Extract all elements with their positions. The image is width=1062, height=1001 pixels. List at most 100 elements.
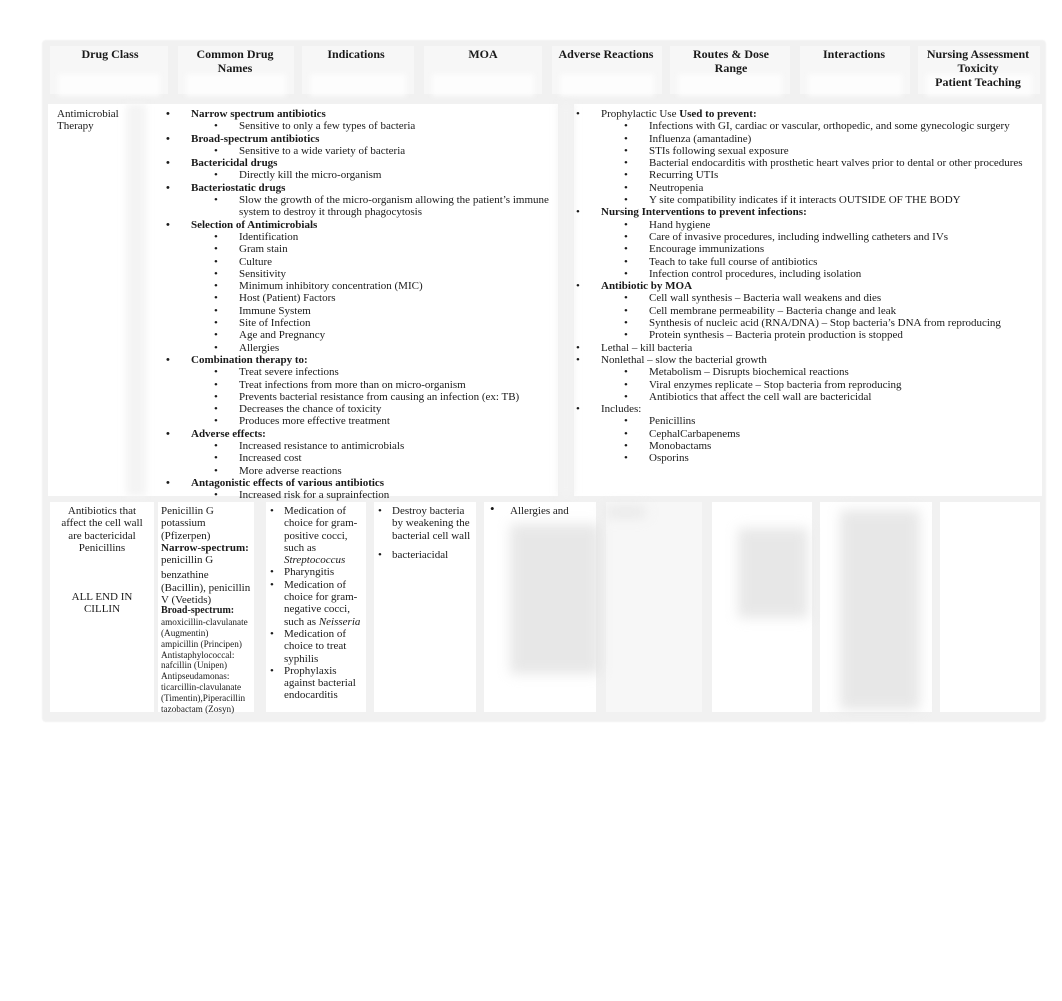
sub-list-item: Protein synthesis – Bacteria protein pro… <box>567 329 1040 342</box>
sub-list-item: Infections with GI, cardiac or vascular,… <box>567 120 1040 133</box>
header-line: Toxicity <box>957 60 999 75</box>
list-item: Broad-spectrum antibioticsSensitive to a… <box>157 133 557 158</box>
text-line: are bactericidal <box>68 529 136 542</box>
bullet: • <box>490 501 495 516</box>
drug-name-line: tazobactam (Zosyn) <box>161 703 235 714</box>
text-line: ALL END IN <box>71 591 133 604</box>
sub-list-item: Minimum inhibitory concentration (MIC) <box>157 280 557 293</box>
moa-list: Destroy bacteria by weakening the bacter… <box>378 505 478 561</box>
header-routes-dose-range: Routes & Dose Range <box>676 47 786 75</box>
indication-item: Medication of choice to treat syphilis <box>270 628 366 665</box>
sub-list-item: Bacterial endocarditis with prosthetic h… <box>567 157 1040 170</box>
sub-list-item: Sensitive to only a few types of bacteri… <box>157 120 557 133</box>
sub-list-item: Produces more effective treatment <box>157 415 557 428</box>
header-interactions: Interactions <box>823 47 885 61</box>
list-item: Nursing Interventions to prevent infecti… <box>567 206 1040 280</box>
list-item: Antagonistic effects of various antibiot… <box>157 477 557 502</box>
header-drug-class: Drug Class <box>81 47 139 61</box>
header-common-drug-names: Common Drug Names <box>180 47 290 75</box>
sub-list: Increased risk for a suprainfection <box>191 489 557 502</box>
list-item: Combination therapy to:Treat severe infe… <box>157 354 557 428</box>
sub-list: Sensitive to a wide variety of bacteria <box>191 145 557 158</box>
sub-list-item: Directly kill the micro-organism <box>157 169 557 182</box>
sub-list-item: Culture <box>157 256 557 269</box>
row1-drug-class: Antimicrobial Therapy <box>57 108 137 133</box>
text-line: potassium <box>161 517 206 530</box>
header-indications: Indications <box>327 47 385 61</box>
header-line: Nursing Assessment <box>926 47 1030 61</box>
row2-cell-bg <box>940 502 1040 712</box>
broad-spectrum-label: Broad-spectrum: <box>161 605 235 617</box>
sub-list: Slow the growth of the micro-organism al… <box>191 194 557 219</box>
text-line: affect the cell wall <box>61 517 143 530</box>
drug-name-line: nafcillin (Unipen) <box>161 660 228 671</box>
list-item: Includes:PenicillinsCephalCarbapenemsMon… <box>567 403 1040 465</box>
sub-list-item: Treat infections from more than on micro… <box>157 379 557 392</box>
list-item: Adverse effects:Increased resistance to … <box>157 428 557 477</box>
sub-list-item: Cell membrane permeability – Bacteria ch… <box>567 305 1040 318</box>
list-item-label-bold: Antibiotic by MOA <box>601 280 693 293</box>
list-item: Lethal – kill bacteria <box>567 342 1040 355</box>
adverse-reaction-item: Allergies and <box>510 505 569 517</box>
sub-list-item: Encourage immunizations <box>567 243 1040 256</box>
header-line: Names <box>217 60 253 75</box>
sub-list-item: Teach to take full course of antibiotics <box>567 256 1040 269</box>
sub-list-item: Cell wall synthesis – Bacteria wall weak… <box>567 292 1040 305</box>
moa-item: Destroy bacteria by weakening the bacter… <box>378 505 478 542</box>
header-adverse-reactions: Adverse Reactions <box>558 47 654 61</box>
sub-list-item: Host (Patient) Factors <box>157 292 557 305</box>
header-line: Patient Teaching <box>935 75 1021 89</box>
text-line: (Bacillin), penicillin <box>161 581 251 594</box>
sub-list: PenicillinsCephalCarbapenemsMonobactamsO… <box>601 415 1040 464</box>
sub-list-item: Penicillins <box>567 415 1040 428</box>
sub-list: IdentificationGram stainCultureSensitivi… <box>191 231 557 354</box>
text-line: Penicillin G <box>161 505 214 517</box>
list-item-label-bold: Used to prevent: <box>679 108 757 120</box>
indications-list: Medication of choice for gram-positive c… <box>270 505 366 702</box>
text-line: Penicillins <box>78 541 126 554</box>
broad-spectrum-list: amoxicillin-clavulanate (Augmentin) ampici… <box>161 617 257 714</box>
redacted-adverse-reactions <box>510 524 600 674</box>
organism-name: Streptococcus <box>284 554 346 567</box>
sub-list-item: Treat severe infections <box>157 366 557 379</box>
sub-list-item: Hand hygiene <box>567 219 1040 232</box>
sub-list-item: Site of Infection <box>157 317 557 330</box>
document-page: Drug Class Common Drug Names Indications… <box>0 0 1062 1001</box>
sub-list-item: Recurring UTIs <box>567 169 1040 182</box>
sub-list-item: Care of invasive procedures, including i… <box>567 231 1040 244</box>
list-item: Narrow spectrum antibioticsSensitive to … <box>157 108 557 133</box>
drug-name-line: Antipseudamonas: <box>161 671 230 682</box>
sub-list-item: Infection control procedures, including … <box>567 268 1040 281</box>
sub-list-item: Sensitive to a wide variety of bacteria <box>157 145 557 158</box>
sub-list: Cell wall synthesis – Bacteria wall weak… <box>601 292 1040 341</box>
sub-list-item: Metabolism – Disrupts biochemical reacti… <box>567 366 1040 379</box>
drug-name-line: (Augmentin) <box>161 627 209 638</box>
sub-list-item: Synthesis of nucleic acid (RNA/DNA) – St… <box>567 317 1040 330</box>
row1-right-list: Prophylactic Use Used to prevent:Infecti… <box>576 108 1040 465</box>
drug-name-line: (Timentin),Piperacillin <box>161 692 246 703</box>
sub-list-item: Identification <box>157 231 557 244</box>
sub-list: Treat severe infectionsTreat infections … <box>191 366 557 428</box>
drug-name-line: Antistaphylococcal: <box>161 649 235 660</box>
drug-name-line: ampicillin (Principen) <box>161 638 242 649</box>
indication-item: Medication of choice for gram-positive c… <box>270 505 366 566</box>
indication-item: Prophylaxis against bacterial endocardit… <box>270 665 366 702</box>
sub-list-item: Prevents bacterial resistance from causi… <box>157 391 557 404</box>
drug-name-line: amoxicillin-clavulanate <box>161 617 248 628</box>
organism-name: Neisseria <box>318 615 361 628</box>
header-line: Routes & Dose <box>693 47 769 61</box>
sub-list-item: Slow the growth of the micro-organism al… <box>157 194 557 219</box>
header-moa: MOA <box>468 47 498 61</box>
sub-list: Hand hygieneCare of invasive procedures,… <box>601 219 1040 281</box>
list-item: Bacteriostatic drugsSlow the growth of t… <box>157 182 557 219</box>
sub-list: Increased resistance to antimicrobialsIn… <box>191 440 557 477</box>
sub-list-item: STIs following sexual exposure <box>567 145 1040 158</box>
row2-moa: Destroy bacteria by weakening the bacter… <box>378 505 478 561</box>
sub-list-item: Monobactams <box>567 440 1040 453</box>
narrow-spectrum-label: Narrow-spectrum: <box>161 541 249 554</box>
sub-list-item: Immune System <box>157 305 557 318</box>
indication-item: Pharyngitis <box>270 566 366 579</box>
sub-list: Metabolism – Disrupts biochemical reacti… <box>601 366 1040 403</box>
sub-list-item: Influenza (amantadine) <box>567 133 1040 146</box>
indication-item: Medication of choice for gram-negative c… <box>270 579 366 628</box>
